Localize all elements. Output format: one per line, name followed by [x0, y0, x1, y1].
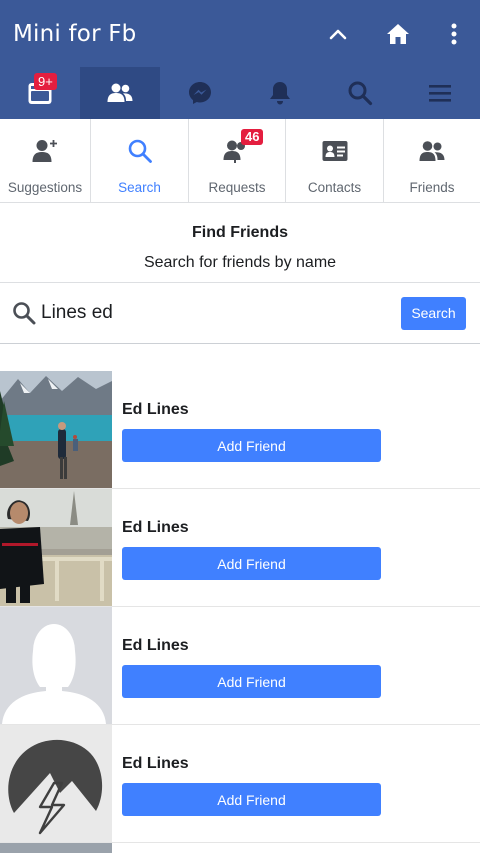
result-name[interactable]: Ed Lines: [122, 519, 480, 537]
search-button[interactable]: Search: [401, 296, 466, 330]
friends-icon: [419, 141, 445, 161]
person-add-icon: [32, 140, 57, 162]
search-icon: [13, 302, 36, 325]
home-icon: [387, 23, 409, 44]
more-options-button[interactable]: [428, 0, 480, 67]
lake-mountain-photo: [0, 371, 112, 488]
friends-subtabs: Suggestions Search 46 Requests Contacts …: [0, 119, 480, 203]
search-input[interactable]: [36, 293, 401, 333]
nav-messenger[interactable]: [160, 67, 240, 119]
tab-label: Requests: [208, 180, 266, 195]
home-button[interactable]: [368, 0, 428, 67]
more-vert-icon: [451, 23, 457, 44]
tab-search[interactable]: Search: [91, 119, 189, 203]
list-item: Ed Lines Add Friend: [0, 725, 480, 843]
tab-label: Search: [118, 180, 161, 195]
paris-balcony-photo: [0, 489, 112, 606]
list-item: Ed Lines Add Friend: [0, 607, 480, 725]
list-item: Ed Lines Add Friend: [0, 489, 480, 607]
add-friend-button[interactable]: Add Friend: [122, 783, 381, 816]
result-name[interactable]: Ed Lines: [122, 401, 480, 419]
chevron-up-icon: [329, 29, 347, 39]
tab-friends[interactable]: Friends: [384, 119, 480, 203]
search-row: Search: [0, 283, 480, 344]
tab-requests[interactable]: 46 Requests: [189, 119, 286, 203]
nav-notifications[interactable]: [240, 67, 320, 119]
result-name[interactable]: Ed Lines: [122, 755, 480, 773]
tab-label: Friends: [409, 180, 455, 195]
profile-photo-partial: [0, 843, 112, 853]
profile-photo[interactable]: [0, 371, 112, 488]
nav-friends[interactable]: [80, 67, 160, 119]
find-friends-header: Find Friends Search for friends by name: [0, 203, 480, 283]
requests-count-badge: 46: [241, 129, 264, 145]
nav-news-feed[interactable]: 9+: [0, 67, 80, 119]
add-friend-button[interactable]: Add Friend: [122, 429, 381, 462]
list-item: Ed Lines Add Friend: [0, 371, 480, 489]
contact-card-icon: [322, 141, 347, 161]
app-title: Mini for Fb: [13, 20, 137, 47]
add-friend-button[interactable]: Add Friend: [122, 547, 381, 580]
messenger-icon: [189, 82, 211, 104]
hamburger-menu-icon: [429, 85, 451, 102]
profile-photo[interactable]: [0, 725, 112, 842]
lightning-logo-avatar: [0, 725, 112, 842]
collapse-button[interactable]: [308, 0, 368, 67]
search-icon: [128, 139, 152, 163]
app-bar: Mini for Fb: [0, 0, 480, 67]
nav-menu[interactable]: [400, 67, 480, 119]
find-friends-subtitle: Search for friends by name: [143, 254, 337, 271]
search-icon: [348, 81, 373, 106]
profile-photo[interactable]: [0, 489, 112, 606]
tab-label: Contacts: [307, 180, 362, 195]
profile-photo[interactable]: [0, 607, 112, 724]
tab-contacts[interactable]: Contacts: [286, 119, 384, 203]
tab-suggestions[interactable]: Suggestions: [0, 119, 91, 203]
nav-search[interactable]: [320, 67, 400, 119]
default-female-avatar: [0, 607, 112, 724]
search-results: Ed Lines Add Friend Ed Lines Add Friend …: [0, 371, 480, 843]
result-name[interactable]: Ed Lines: [122, 637, 480, 655]
find-friends-title: Find Friends: [192, 224, 288, 241]
add-friend-button[interactable]: Add Friend: [122, 665, 381, 698]
tab-label: Suggestions: [7, 180, 83, 195]
friends-icon: [107, 83, 133, 102]
bell-icon: [270, 82, 290, 105]
notifications-count-badge: 9+: [34, 73, 57, 90]
main-nav: 9+: [0, 67, 480, 119]
